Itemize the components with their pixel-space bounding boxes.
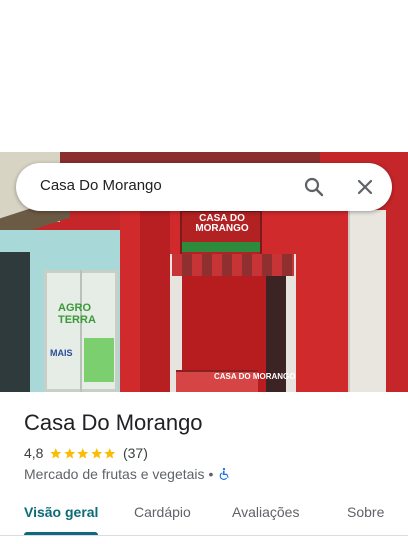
star-icon — [104, 447, 116, 458]
tab-overview[interactable]: Visão geral — [24, 504, 98, 520]
star-icon — [77, 447, 89, 458]
rating-row[interactable]: 4,8 (37) — [24, 444, 148, 462]
close-icon[interactable] — [353, 175, 377, 199]
white-pole — [348, 210, 386, 392]
tab-reviews[interactable]: Avaliações — [232, 504, 299, 520]
door-divider — [80, 270, 82, 392]
search-input[interactable]: Casa Do Morango — [40, 177, 162, 194]
wall-shade — [140, 210, 170, 392]
category-row: Mercado de frutas e vegetais • — [24, 465, 231, 483]
mais-sign: MAIS — [50, 348, 73, 358]
star-icon — [50, 447, 62, 458]
striped-awning — [172, 254, 294, 276]
place-title: Casa Do Morango — [24, 410, 203, 435]
star-rating — [49, 447, 117, 460]
review-count[interactable]: (37) — [123, 445, 148, 461]
wheelchair-icon — [220, 467, 230, 480]
dark-pillar — [0, 252, 30, 392]
store-sign-text: CASA DO MORANGO — [195, 213, 249, 234]
search-bar[interactable]: Casa Do Morango — [16, 163, 392, 211]
store-sign-stripe — [182, 242, 260, 252]
separator-dot: • — [208, 466, 214, 482]
blank-header-area — [0, 0, 408, 152]
category-label: Mercado de frutas e vegetais — [24, 466, 205, 482]
rating-value: 4,8 — [24, 445, 44, 461]
tab-about[interactable]: Sobre — [347, 504, 384, 520]
search-icon[interactable] — [302, 175, 326, 199]
agro-sign: AGRO TERRA — [58, 302, 96, 326]
tabs-divider — [0, 535, 408, 536]
tab-bar: Visão geral Cardápio Avaliações Sobre — [0, 494, 408, 538]
star-icon — [91, 447, 103, 458]
green-poster — [84, 338, 114, 382]
star-icon — [64, 447, 76, 458]
tab-menu[interactable]: Cardápio — [134, 504, 191, 520]
counter-sign: CASA DO MORANGO — [214, 372, 296, 381]
